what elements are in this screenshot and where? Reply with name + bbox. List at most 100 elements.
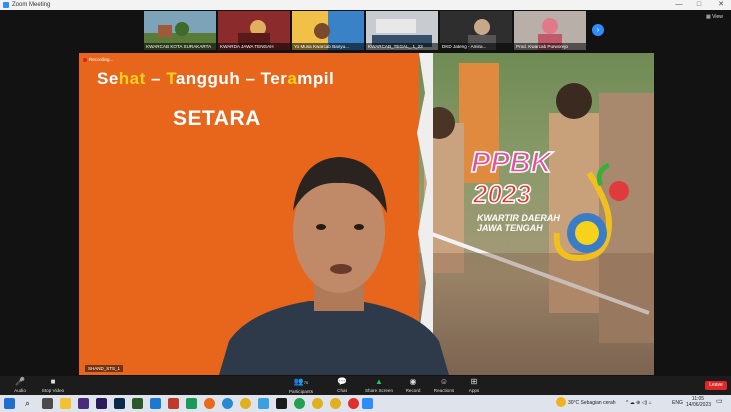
notification-icon[interactable]: ▭ [716, 398, 723, 405]
participant-tile[interactable]: KWARDA JAWA TENGAH [218, 11, 290, 50]
whatsapp-icon[interactable] [294, 398, 305, 409]
participants-button[interactable]: 👥70 Participants [283, 377, 319, 395]
chrome-icon[interactable] [330, 398, 341, 409]
participant-tile[interactable]: DKD Jateng - Amira... [440, 11, 512, 50]
clock[interactable]: 11:05 14/06/2023 [686, 396, 712, 408]
participant-name: Prod. Kwarcab Purworejo [514, 43, 586, 50]
slide-slogan: Sehat – Tangguh – Terampil [97, 69, 334, 89]
record-icon: ◉ [409, 377, 417, 386]
photoshop-icon[interactable] [114, 398, 125, 409]
slogan-part: – [145, 69, 167, 88]
participant-name: KWARCAB_TEGAL_ 1_23 [366, 43, 438, 50]
slide-photo-panel: PPBK 2023 KWARTIR DAERAH JAWA TENGAH [419, 53, 654, 375]
start-icon[interactable] [4, 398, 15, 409]
slogan-part: hat [118, 69, 146, 88]
participant-name: KWARCAB KOTA SURAKARTA [144, 43, 216, 50]
reactions-button[interactable]: ☺ Reactions [429, 377, 459, 394]
slogan-part: mpil [297, 69, 335, 88]
ppbk-org-line: KWARTIR DAERAH [477, 213, 560, 223]
file-explorer-icon[interactable] [60, 398, 71, 409]
apps-icon: ⊞ [470, 377, 478, 386]
participant-name: Yo Musa Kwarcab Banyu... [292, 43, 364, 50]
smiley-icon: ☺ [439, 377, 449, 386]
participant-tile[interactable]: Yo Musa Kwarcab Banyu... [292, 11, 364, 50]
video-label: Stop Video [41, 388, 65, 393]
participant-tile[interactable]: KWARCAB KOTA SURAKARTA [144, 11, 216, 50]
stop-video-button[interactable]: ■ Stop Video [38, 377, 68, 394]
participants-label: Participants [288, 389, 313, 394]
chat-icon: 💬 [337, 377, 347, 386]
participants-count: 70 [303, 380, 309, 385]
record-button[interactable]: ◉ Record [400, 377, 426, 394]
word-icon[interactable] [150, 398, 161, 409]
view-label: View [712, 14, 723, 20]
slogan-part: – [240, 69, 261, 88]
maximize-button[interactable]: □ [692, 0, 706, 10]
apps-label: Apps [468, 388, 480, 393]
weather-text[interactable]: 30°C Sebagian cerah [568, 400, 616, 406]
excel-icon[interactable] [186, 398, 197, 409]
language-indicator[interactable]: ENG [672, 400, 683, 406]
next-page-button[interactable]: › [592, 24, 604, 36]
participant-tile[interactable]: KWARCAB_TEGAL_ 1_23 [366, 11, 438, 50]
chrome-icon[interactable] [240, 398, 251, 409]
window-titlebar: Zoom Meeting — □ ✕ [0, 0, 731, 10]
close-window-button[interactable]: ✕ [714, 0, 728, 10]
edge-icon[interactable] [222, 398, 233, 409]
ppbk-logo-org: KWARTIR DAERAH JAWA TENGAH [477, 213, 560, 233]
system-tray-icons[interactable]: ^ ☁ ⊕ ◁) ⌂ [626, 400, 652, 406]
premiere-icon[interactable] [78, 398, 89, 409]
search-icon[interactable]: ⌕ [22, 398, 33, 409]
slogan-part: Ter [260, 69, 288, 88]
camera-icon: ■ [50, 377, 56, 386]
weather-icon [556, 397, 566, 407]
app-icon[interactable] [276, 398, 287, 409]
task-view-icon[interactable] [42, 398, 53, 409]
chat-label: Chat [337, 388, 347, 393]
slogan-part: T [166, 69, 176, 88]
ppbk-org-line: JAWA TENGAH [477, 223, 543, 233]
window-title: Zoom Meeting [12, 2, 51, 8]
record-label: Record [405, 388, 421, 393]
slogan-part: angguh [175, 69, 241, 88]
participant-tile[interactable]: Prod. Kwarcab Purworejo [514, 11, 586, 50]
slogan-part: Se [97, 69, 119, 88]
clock-date: 14/06/2023 [686, 402, 712, 408]
slide-subtitle: SETARA [173, 107, 261, 130]
app-icon[interactable] [132, 398, 143, 409]
after-effects-icon[interactable] [96, 398, 107, 409]
shared-screen: PPBK 2023 KWARTIR DAERAH JAWA TENGAH Rec… [79, 53, 654, 375]
ppbk-logo-text: PPBK [470, 146, 552, 180]
chrome-icon[interactable] [312, 398, 323, 409]
participant-name: DKD Jateng - Amira... [440, 43, 512, 50]
share-screen-button[interactable]: ▲ Share Screen [363, 377, 395, 394]
recording-indicator: Recording... [83, 56, 113, 63]
app-icon[interactable] [258, 398, 269, 409]
slogan-part: a [287, 69, 298, 88]
participants-icon: 👥70 [293, 377, 309, 386]
ppbk-emblem-icon [553, 163, 629, 262]
zoom-app-icon [3, 2, 9, 8]
reactions-label: Reactions [433, 388, 455, 393]
recording-label: Recording... [89, 57, 114, 62]
grid-icon: ▦ [706, 14, 711, 20]
windows-taskbar: ⌕ 30°C Sebagian cerah ^ ☁ ⊕ ◁) ⌂ ENG 11:… [0, 395, 731, 412]
speaker-video [219, 157, 449, 375]
leave-button[interactable]: Leave [705, 381, 727, 390]
share-label: Share Screen [364, 388, 394, 393]
meeting-controls-bar: 🎤 Audio ■ Stop Video 👥70 Participants 💬 Chat… [0, 376, 731, 395]
firefox-icon[interactable] [204, 398, 215, 409]
chat-button[interactable]: 💬 Chat [330, 377, 354, 394]
app-icon[interactable] [348, 398, 359, 409]
ppbk-logo-year: 2023 [472, 178, 531, 210]
participant-name: KWARDA JAWA TENGAH [218, 43, 290, 50]
audio-button[interactable]: 🎤 Audio [8, 377, 32, 394]
audio-label: Audio [14, 388, 26, 393]
share-screen-icon: ▲ [375, 377, 383, 386]
minimize-button[interactable]: — [672, 0, 686, 10]
apps-button[interactable]: ⊞ Apps [463, 377, 485, 394]
speaker-name-tag: SHAND_STS_1 [85, 365, 124, 372]
zoom-taskbar-icon[interactable] [362, 398, 373, 409]
view-button[interactable]: ▦ View [706, 13, 728, 21]
powerpoint-icon[interactable] [168, 398, 179, 409]
